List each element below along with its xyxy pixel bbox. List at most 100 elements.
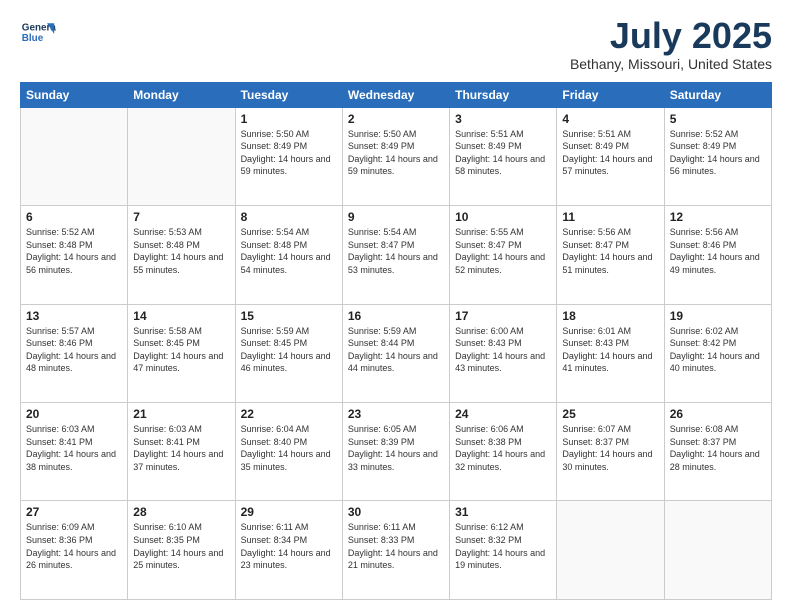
location: Bethany, Missouri, United States (570, 56, 772, 72)
day-number: 20 (26, 407, 122, 421)
table-cell: 23 Sunrise: 6:05 AMSunset: 8:39 PMDayligh… (342, 403, 449, 501)
day-number: 14 (133, 309, 229, 323)
table-cell: 19Sunrise: 6:02 AMSunset: 8:42 PMDayligh… (664, 304, 771, 402)
table-cell: 31 Sunrise: 6:12 AMSunset: 8:32 PMDayligh… (450, 501, 557, 600)
table-cell: 25 Sunrise: 6:07 AMSunset: 8:37 PMDayligh… (557, 403, 664, 501)
table-cell: 16Sunrise: 5:59 AMSunset: 8:44 PMDayligh… (342, 304, 449, 402)
header: General Blue July 2025 Bethany, Missouri… (20, 16, 772, 72)
table-cell: 11 Sunrise: 5:56 AMSunset: 8:47 PMDayligh… (557, 206, 664, 304)
logo-icon: General Blue (20, 16, 56, 52)
cell-info: Sunrise: 6:03 AMSunset: 8:41 PMDaylight:… (133, 423, 229, 473)
cell-info: Sunrise: 5:54 AMSunset: 8:47 PMDaylight:… (348, 226, 444, 276)
day-number: 17 (455, 309, 551, 323)
title-block: July 2025 Bethany, Missouri, United Stat… (570, 16, 772, 72)
table-cell: 15 Sunrise: 5:59 AMSunset: 8:45 PMDayligh… (235, 304, 342, 402)
day-number: 28 (133, 505, 229, 519)
table-cell: 17 Sunrise: 6:00 AMSunset: 8:43 PMDayligh… (450, 304, 557, 402)
cell-info: Sunrise: 6:05 AMSunset: 8:39 PMDaylight:… (348, 423, 444, 473)
cell-info: Sunrise: 6:07 AMSunset: 8:37 PMDaylight:… (562, 423, 658, 473)
table-cell: 9 Sunrise: 5:54 AMSunset: 8:47 PMDaylight… (342, 206, 449, 304)
cell-info: Sunrise: 6:04 AMSunset: 8:40 PMDaylight:… (241, 423, 337, 473)
cell-info: Sunrise: 5:50 AMSunset: 8:49 PMDaylight:… (348, 128, 444, 178)
cell-info: Sunrise: 6:10 AMSunset: 8:35 PMDaylight:… (133, 521, 229, 571)
col-friday: Friday (557, 82, 664, 107)
logo: General Blue (20, 16, 56, 52)
table-cell: 5 Sunrise: 5:52 AMSunset: 8:49 PMDaylight… (664, 107, 771, 205)
day-number: 30 (348, 505, 444, 519)
table-cell: 28 Sunrise: 6:10 AMSunset: 8:35 PMDayligh… (128, 501, 235, 600)
col-monday: Monday (128, 82, 235, 107)
col-tuesday: Tuesday (235, 82, 342, 107)
table-cell: 27 Sunrise: 6:09 AMSunset: 8:36 PMDayligh… (21, 501, 128, 600)
col-thursday: Thursday (450, 82, 557, 107)
day-number: 26 (670, 407, 766, 421)
table-cell (21, 107, 128, 205)
table-cell: 1Sunrise: 5:50 AMSunset: 8:49 PMDaylight… (235, 107, 342, 205)
cell-info: Sunrise: 5:59 AMSunset: 8:45 PMDaylight:… (241, 325, 337, 375)
day-number: 8 (241, 210, 337, 224)
cell-info: Sunrise: 6:08 AMSunset: 8:37 PMDaylight:… (670, 423, 766, 473)
cell-info: Sunrise: 5:53 AMSunset: 8:48 PMDaylight:… (133, 226, 229, 276)
week-row-1: 1 Sunrise: 5:50 AMSunset: 8:49 PMDaylight… (21, 107, 772, 205)
day-number: 4 (562, 112, 658, 126)
cell-info: Sunrise: 5:51 AMSunset: 8:49 PMDaylight:… (562, 128, 658, 178)
week-row-5: 27 Sunrise: 6:09 AMSunset: 8:36 PMDayligh… (21, 501, 772, 600)
svg-text:Blue: Blue (22, 33, 44, 44)
cell-info: Sunrise: 6:11 AMSunset: 8:33 PMDaylight:… (348, 521, 444, 571)
week-row-3: 13Sunrise: 5:57 AMSunset: 8:46 PMDayligh… (21, 304, 772, 402)
cell-info: Sunrise: 6:11 AMSunset: 8:34 PMDaylight:… (241, 521, 337, 571)
table-cell: 21 Sunrise: 6:03 AMSunset: 8:41 PMDayligh… (128, 403, 235, 501)
table-cell: 14 Sunrise: 5:58 AMSunset: 8:45 PMDayligh… (128, 304, 235, 402)
table-cell: 12Sunrise: 5:56 AMSunset: 8:46 PMDayligh… (664, 206, 771, 304)
table-cell: 6 Sunrise: 5:52 AMSunset: 8:48 PMDaylight… (21, 206, 128, 304)
day-number: 10 (455, 210, 551, 224)
calendar-table: Sunday Monday Tuesday Wednesday Thursday… (20, 82, 772, 600)
col-wednesday: Wednesday (342, 82, 449, 107)
day-number: 1 (241, 112, 337, 126)
cell-info: Sunrise: 5:54 AMSunset: 8:48 PMDaylight:… (241, 226, 337, 276)
cell-info: Sunrise: 6:09 AMSunset: 8:36 PMDaylight:… (26, 521, 122, 571)
day-number: 31 (455, 505, 551, 519)
col-sunday: Sunday (21, 82, 128, 107)
day-number: 15 (241, 309, 337, 323)
day-number: 23 (348, 407, 444, 421)
month-title: July 2025 (570, 16, 772, 56)
table-cell: 4 Sunrise: 5:51 AMSunset: 8:49 PMDaylight… (557, 107, 664, 205)
day-number: 5 (670, 112, 766, 126)
day-number: 24 (455, 407, 551, 421)
calendar-header-row: Sunday Monday Tuesday Wednesday Thursday… (21, 82, 772, 107)
day-number: 6 (26, 210, 122, 224)
day-number: 18 (562, 309, 658, 323)
cell-info: Sunrise: 6:00 AMSunset: 8:43 PMDaylight:… (455, 325, 551, 375)
cell-info: Sunrise: 5:58 AMSunset: 8:45 PMDaylight:… (133, 325, 229, 375)
cell-info: Sunrise: 6:12 AMSunset: 8:32 PMDaylight:… (455, 521, 551, 571)
day-number: 25 (562, 407, 658, 421)
table-cell: 22 Sunrise: 6:04 AMSunset: 8:40 PMDayligh… (235, 403, 342, 501)
week-row-4: 20 Sunrise: 6:03 AMSunset: 8:41 PMDayligh… (21, 403, 772, 501)
day-number: 21 (133, 407, 229, 421)
table-cell: 3Sunrise: 5:51 AMSunset: 8:49 PMDaylight… (450, 107, 557, 205)
cell-info: Sunrise: 5:52 AMSunset: 8:48 PMDaylight:… (26, 226, 122, 276)
day-number: 22 (241, 407, 337, 421)
week-row-2: 6 Sunrise: 5:52 AMSunset: 8:48 PMDaylight… (21, 206, 772, 304)
day-number: 2 (348, 112, 444, 126)
table-cell: 8 Sunrise: 5:54 AMSunset: 8:48 PMDaylight… (235, 206, 342, 304)
table-cell: 20 Sunrise: 6:03 AMSunset: 8:41 PMDayligh… (21, 403, 128, 501)
table-cell: 10 Sunrise: 5:55 AMSunset: 8:47 PMDayligh… (450, 206, 557, 304)
day-number: 11 (562, 210, 658, 224)
day-number: 12 (670, 210, 766, 224)
table-cell: 2 Sunrise: 5:50 AMSunset: 8:49 PMDaylight… (342, 107, 449, 205)
cell-info: Sunrise: 5:52 AMSunset: 8:49 PMDaylight:… (670, 128, 766, 178)
table-cell (664, 501, 771, 600)
day-number: 27 (26, 505, 122, 519)
table-cell: 18 Sunrise: 6:01 AMSunset: 8:43 PMDayligh… (557, 304, 664, 402)
table-cell: 29Sunrise: 6:11 AMSunset: 8:34 PMDayligh… (235, 501, 342, 600)
table-cell: 30 Sunrise: 6:11 AMSunset: 8:33 PMDayligh… (342, 501, 449, 600)
cell-info: Sunrise: 6:03 AMSunset: 8:41 PMDaylight:… (26, 423, 122, 473)
cell-info: Sunrise: 6:01 AMSunset: 8:43 PMDaylight:… (562, 325, 658, 375)
day-number: 9 (348, 210, 444, 224)
cell-info: Sunrise: 5:56 AMSunset: 8:47 PMDaylight:… (562, 226, 658, 276)
cell-info: Sunrise: 5:59 AMSunset: 8:44 PMDaylight:… (348, 325, 444, 375)
cell-info: Sunrise: 5:55 AMSunset: 8:47 PMDaylight:… (455, 226, 551, 276)
cell-info: Sunrise: 6:02 AMSunset: 8:42 PMDaylight:… (670, 325, 766, 375)
